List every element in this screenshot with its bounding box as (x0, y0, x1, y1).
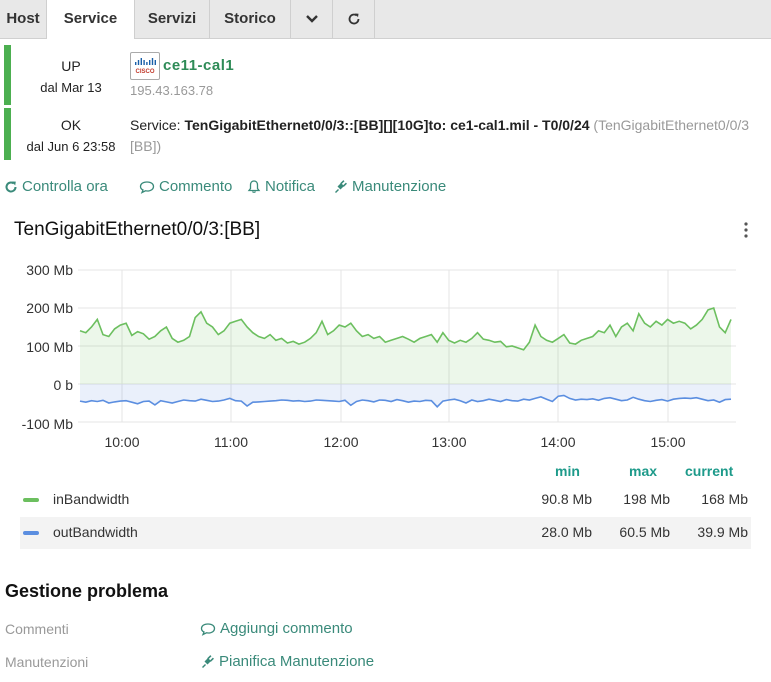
plug-icon (202, 655, 214, 668)
notification-label: Notifica (265, 178, 316, 195)
host-row[interactable]: UP dal Mar 13 CISCO ce11-cal1 195.43.163… (4, 45, 771, 105)
comment-icon (200, 622, 216, 636)
service-alias-end: [BB]) (130, 138, 162, 154)
x-tick-label: 13:00 (431, 434, 467, 450)
comment-label: Commento (159, 178, 233, 195)
tab-servizi[interactable]: Servizi (135, 0, 210, 38)
problem-management-title: Gestione problema (5, 581, 169, 601)
downtimes-label: Manutenzioni (5, 654, 89, 670)
legend-series-name: inBandwidth (53, 491, 130, 507)
service-state-label: OK (60, 117, 82, 133)
schedule-downtime-link[interactable]: Pianifica Manutenzione (200, 653, 374, 670)
service-state-bar (4, 108, 11, 160)
tab-host[interactable]: Host (0, 0, 47, 38)
performance-chart-card: TenGigabitEthernet0/0/3:[BB] 300 Mb 200 … (0, 210, 771, 550)
legend-header-max: max (629, 463, 658, 479)
legend-series-name: outBandwidth (53, 524, 138, 540)
schedule-downtime-label: Pianifica Manutenzione (219, 653, 375, 670)
service-state-since: dal Jun 6 23:58 (26, 139, 116, 154)
service-prefix: Service: (130, 117, 181, 133)
host-state: UP dal Mar 13 (11, 58, 131, 95)
comments-label: Commenti (5, 621, 69, 637)
check-now-button[interactable]: Controlla ora (4, 178, 108, 195)
legend-row-in[interactable]: inBandwidth 90.8 Mb 198 Mb 168 Mb (20, 484, 751, 516)
x-tick-label: 12:00 (323, 434, 359, 450)
notification-button[interactable]: Notifica (247, 178, 315, 195)
tab-service[interactable]: Service (47, 0, 135, 39)
legend-max: 60.5 Mb (619, 524, 670, 540)
legend-max: 198 Mb (623, 491, 670, 507)
legend-row-out[interactable]: outBandwidth 28.0 Mb 60.5 Mb 39.9 Mb (20, 517, 751, 549)
host-address: 195.43.163.78 (130, 83, 214, 98)
service-row[interactable]: OK dal Jun 6 23:58 Service: TenGigabitEt… (4, 108, 771, 160)
add-comment-link[interactable]: Aggiungi commento (200, 620, 353, 637)
plug-icon (335, 180, 347, 193)
refresh-icon (348, 13, 359, 25)
x-tick-label: 10:00 (104, 434, 140, 450)
svg-text:CISCO: CISCO (135, 69, 154, 75)
host-state-label: UP (61, 58, 81, 74)
service-alias: (TenGigabitEthernet0/0/3 (593, 117, 750, 133)
refresh-icon (5, 181, 17, 193)
downtime-label: Manutenzione (352, 178, 447, 195)
host-state-bar (4, 45, 11, 105)
legend-swatch (23, 498, 39, 502)
legend-min: 28.0 Mb (541, 524, 592, 540)
bell-icon (247, 180, 261, 193)
x-tick-label: 11:00 (214, 434, 248, 450)
tab-storico[interactable]: Storico (210, 0, 291, 38)
service-description: Service: TenGigabitEthernet0/0/3::[BB][]… (130, 115, 770, 157)
legend-min: 90.8 Mb (541, 491, 592, 507)
x-tick-label: 15:00 (650, 434, 686, 450)
tab-more-button[interactable] (291, 0, 333, 38)
comment-icon (139, 180, 155, 194)
legend-current: 168 Mb (701, 491, 748, 507)
comment-button[interactable]: Commento (139, 178, 232, 195)
plot-area (78, 269, 736, 423)
chevron-down-icon (305, 15, 318, 23)
host-state-since: dal Mar 13 (40, 80, 102, 95)
add-comment-label: Aggiungi commento (220, 620, 353, 637)
legend-swatch (23, 531, 39, 535)
series-area-inBandwidth (80, 308, 731, 384)
tab-refresh-button[interactable] (333, 0, 375, 38)
host-name[interactable]: ce11-cal1 (163, 57, 234, 74)
service-state: OK dal Jun 6 23:58 (11, 117, 131, 154)
tab-bar: Host Service Servizi Storico (0, 0, 771, 39)
downtime-button[interactable]: Manutenzione (333, 178, 446, 195)
x-tick-label: 14:00 (540, 434, 576, 450)
service-name: TenGigabitEthernet0/0/3::[BB][][10G]to: … (184, 117, 590, 133)
cisco-logo: CISCO (130, 52, 160, 80)
legend-current: 39.9 Mb (697, 524, 748, 540)
series-area-outBandwidth (80, 384, 731, 407)
check-now-label: Controlla ora (22, 178, 108, 195)
legend-header-min: min (555, 463, 580, 479)
legend-header-current: current (685, 463, 734, 479)
